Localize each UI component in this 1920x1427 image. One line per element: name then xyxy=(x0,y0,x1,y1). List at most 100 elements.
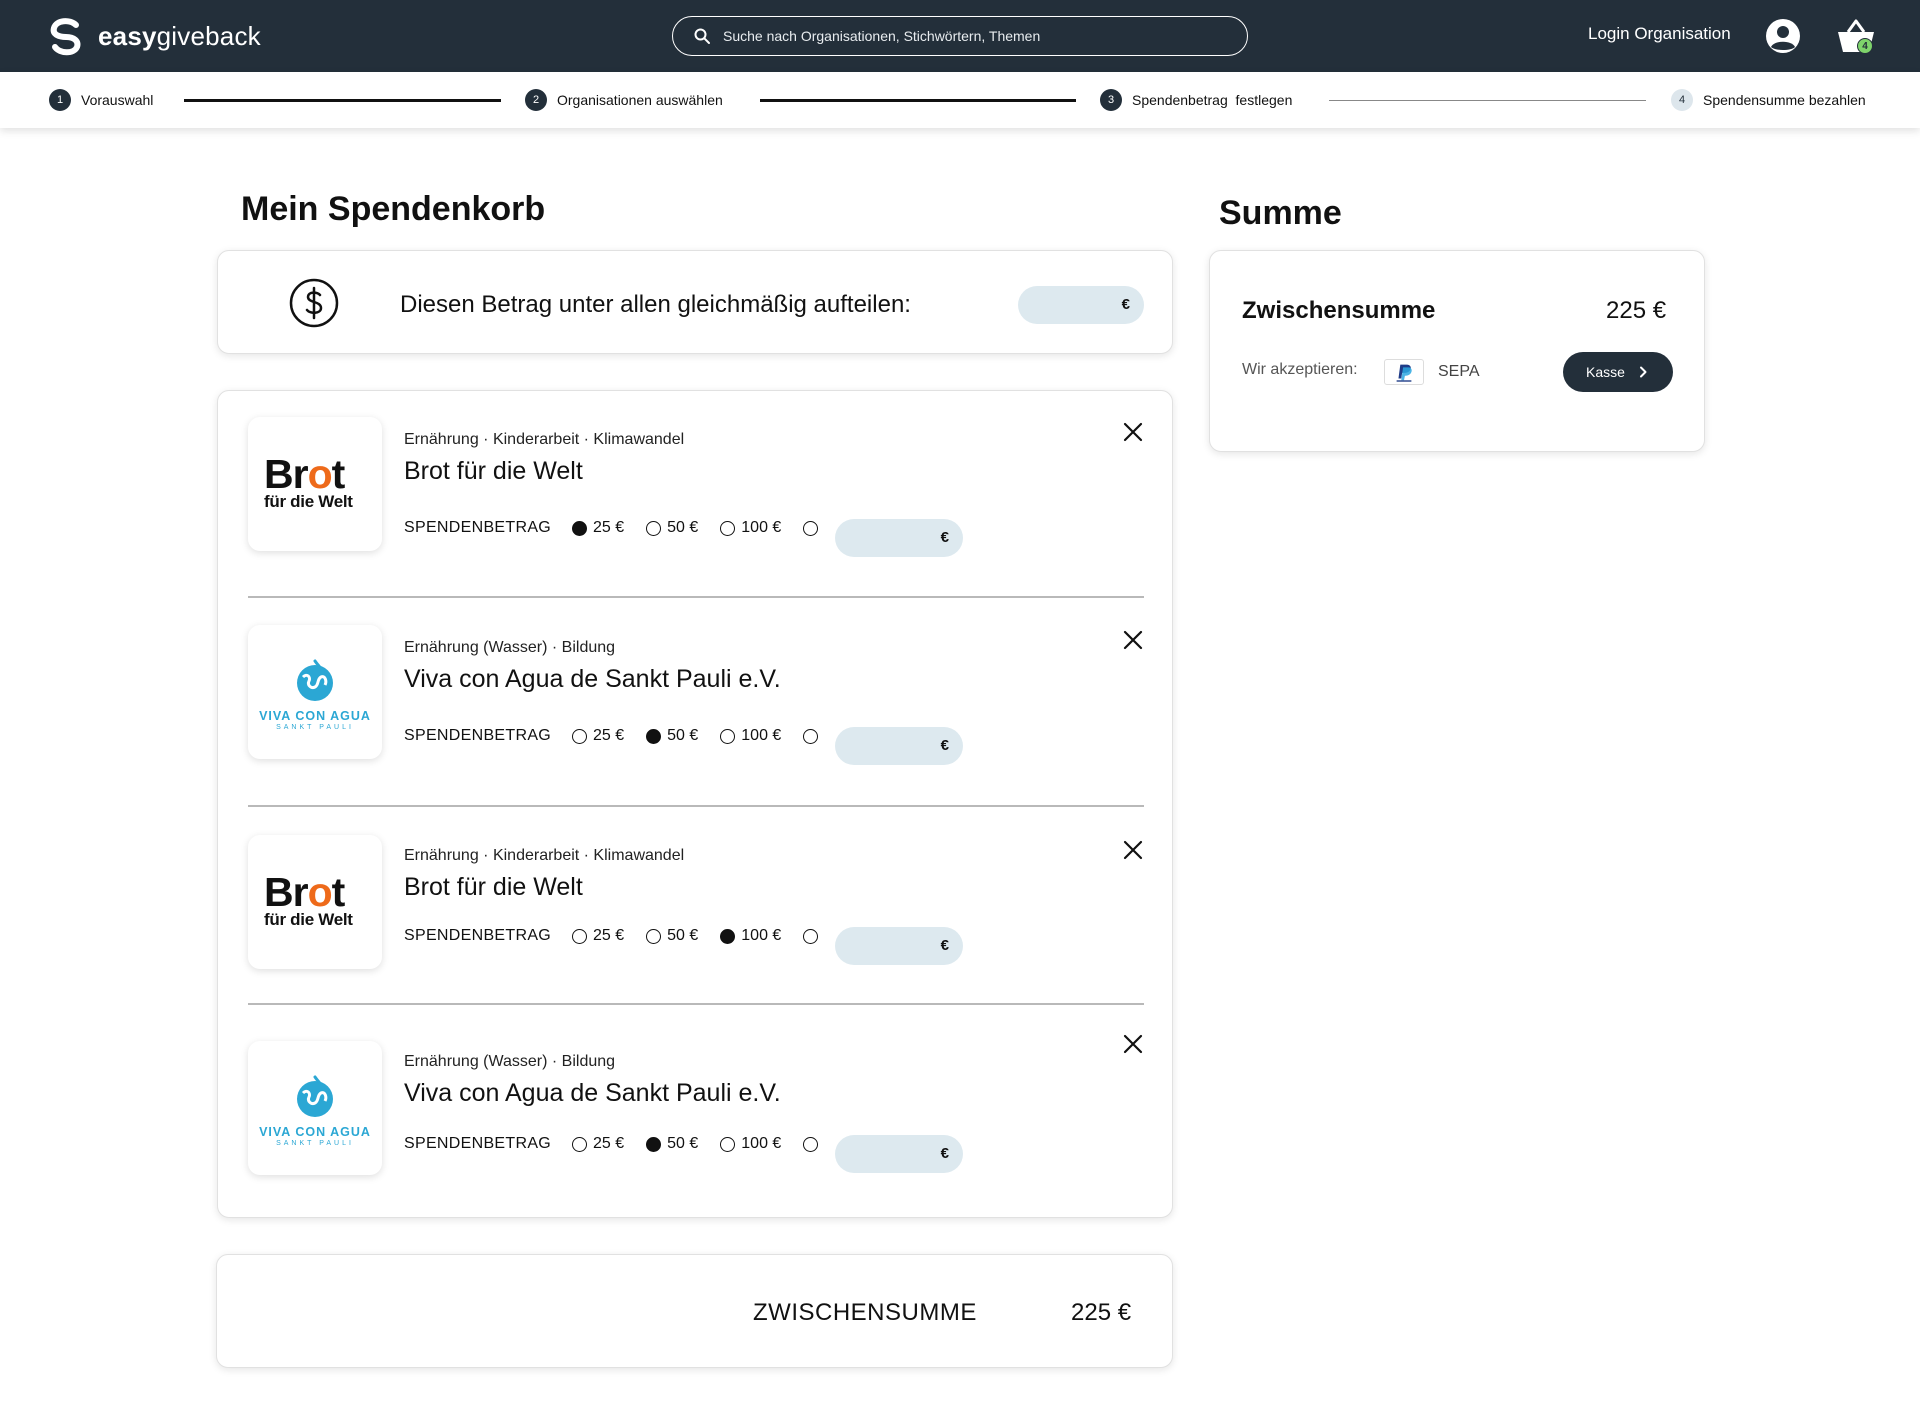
checkout-button[interactable]: Kasse xyxy=(1563,352,1673,392)
org-name[interactable]: Viva con Agua de Sankt Pauli e.V. xyxy=(404,665,781,694)
basket-item: Brot für die Welt Ernährung · Kinderarbe… xyxy=(218,391,1174,591)
radio-button[interactable] xyxy=(646,1136,662,1152)
brot-logo-top: Brot xyxy=(264,869,345,915)
viva-logo-top: VIVA CON AGUA xyxy=(259,709,371,723)
amount-option-50[interactable]: 50 € xyxy=(646,1135,698,1153)
org-tags: Ernährung (Wasser) · Bildung xyxy=(404,639,616,656)
checkout-label: Kasse xyxy=(1586,364,1625,380)
amount-option-25[interactable]: 25 € xyxy=(572,927,624,945)
amount-option-50[interactable]: 50 € xyxy=(646,519,698,537)
radio-button[interactable] xyxy=(572,520,587,536)
step-number: 2 xyxy=(525,89,547,111)
split-label: Diesen Betrag unter allen gleichmäßig au… xyxy=(400,291,911,318)
item-divider xyxy=(248,1003,1144,1005)
close-icon[interactable] xyxy=(1122,839,1144,861)
basket-subtotal-card: ZWISCHENSUMME 225 € xyxy=(216,1254,1173,1368)
org-logo-brot: Brot für die Welt xyxy=(248,417,382,551)
step-1[interactable]: 1 Vorauswahl xyxy=(49,89,153,111)
step-connector xyxy=(760,99,1076,102)
amount-label: SPENDENBETRAG xyxy=(404,519,552,536)
paypal-icon xyxy=(1384,359,1424,385)
custom-amount-input[interactable] xyxy=(849,1135,929,1173)
amount-option-100[interactable]: 100 € xyxy=(720,1135,781,1153)
amount-option-25[interactable]: 25 € xyxy=(572,519,624,537)
amount-label: SPENDENBETRAG xyxy=(404,1135,552,1152)
step-number: 4 xyxy=(1671,89,1693,111)
basket-title: Mein Spendenkorb xyxy=(241,190,546,228)
currency-label: € xyxy=(940,529,949,546)
amount-option-100[interactable]: 100 € xyxy=(720,727,781,745)
amount-selector: SPENDENBETRAG 25 € 50 € 100 € xyxy=(404,519,819,537)
custom-amount-field[interactable]: € xyxy=(835,1135,963,1173)
custom-amount-input[interactable] xyxy=(849,727,929,765)
radio-button[interactable] xyxy=(572,728,587,744)
custom-amount-input[interactable] xyxy=(849,927,929,965)
split-amount-field[interactable]: € xyxy=(1018,286,1144,324)
search-bar[interactable] xyxy=(672,16,1248,56)
step-3[interactable]: 3 Spendenbetrag festlegen xyxy=(1100,89,1292,111)
amount-option-100[interactable]: 100 € xyxy=(720,927,781,945)
radio-button[interactable] xyxy=(572,928,587,944)
amount-option-custom[interactable] xyxy=(803,928,819,944)
org-tags: Ernährung · Kinderarbeit · Klimawandel xyxy=(404,847,685,864)
amount-option-25[interactable]: 25 € xyxy=(572,1135,624,1153)
login-organisation-link[interactable]: Login Organisation xyxy=(1588,24,1731,44)
brand-logo[interactable]: easygiveback xyxy=(46,16,261,56)
custom-amount-field[interactable]: € xyxy=(835,519,963,557)
radio-button[interactable] xyxy=(646,728,662,744)
radio-button[interactable] xyxy=(572,1136,587,1152)
user-icon[interactable] xyxy=(1765,18,1801,54)
water-drop-globe-icon xyxy=(297,659,333,701)
radio-button[interactable] xyxy=(720,520,736,536)
org-name[interactable]: Viva con Agua de Sankt Pauli e.V. xyxy=(404,1079,781,1108)
split-amount-card: Diesen Betrag unter allen gleichmäßig au… xyxy=(217,250,1173,354)
radio-button[interactable] xyxy=(720,1136,736,1152)
step-connector xyxy=(1329,100,1646,101)
currency-label: € xyxy=(1121,296,1130,313)
amount-option-custom[interactable] xyxy=(803,1136,819,1152)
brot-logo-top: Brot xyxy=(264,451,345,497)
org-name[interactable]: Brot für die Welt xyxy=(404,873,583,902)
chevron-right-icon xyxy=(1639,366,1647,378)
custom-amount-field[interactable]: € xyxy=(835,727,963,765)
viva-logo-top: VIVA CON AGUA xyxy=(259,1125,371,1139)
amount-option-100[interactable]: 100 € xyxy=(720,519,781,537)
cart-count-badge: 4 xyxy=(1857,38,1873,54)
step-4[interactable]: 4 Spendensumme bezahlen xyxy=(1671,89,1866,111)
radio-button[interactable] xyxy=(646,928,662,944)
step-label: Spendenbetrag festlegen xyxy=(1132,92,1293,108)
custom-amount-input[interactable] xyxy=(849,519,929,557)
amount-selector: SPENDENBETRAG 25 € 50 € 100 € xyxy=(404,927,819,945)
amount-option-50[interactable]: 50 € xyxy=(646,727,698,745)
close-icon[interactable] xyxy=(1122,421,1144,443)
radio-button[interactable] xyxy=(646,520,662,536)
brot-logo-bottom: für die Welt xyxy=(264,910,353,929)
custom-amount-field[interactable]: € xyxy=(835,927,963,965)
close-icon[interactable] xyxy=(1122,1033,1144,1055)
subtotal-value: 225 € xyxy=(1071,1299,1132,1326)
org-logo-brot: Brot für die Welt xyxy=(248,835,382,969)
top-navbar: easygiveback Login Organisation 4 xyxy=(0,0,1920,72)
close-icon[interactable] xyxy=(1122,629,1144,651)
summary-subtotal-value: 225 € xyxy=(1606,297,1667,324)
accepted-payments-label: Wir akzeptieren: xyxy=(1242,361,1358,378)
step-2[interactable]: 2 Organisationen auswählen xyxy=(525,89,723,111)
radio-button[interactable] xyxy=(720,928,736,944)
basket-item: Brot für die Welt Ernährung · Kinderarbe… xyxy=(218,807,1174,1007)
org-name[interactable]: Brot für die Welt xyxy=(404,457,583,486)
amount-option-25[interactable]: 25 € xyxy=(572,727,624,745)
search-input[interactable] xyxy=(723,28,1203,44)
logo-mark-icon xyxy=(50,18,81,56)
amount-option-custom[interactable] xyxy=(803,728,819,744)
amount-option-custom[interactable] xyxy=(803,520,819,536)
summary-subtotal-label: Zwischensumme xyxy=(1242,297,1436,324)
radio-button[interactable] xyxy=(720,728,736,744)
basket-items-card: Brot für die Welt Ernährung · Kinderarbe… xyxy=(217,390,1173,1218)
org-logo-viva: VIVA CON AGUA SANKT PAULI xyxy=(248,625,382,759)
amount-option-50[interactable]: 50 € xyxy=(646,927,698,945)
viva-logo-bottom: SANKT PAULI xyxy=(276,1140,354,1147)
split-amount-input[interactable] xyxy=(1032,286,1112,324)
step-connector xyxy=(184,99,501,102)
summary-card: Zwischensumme 225 € Wir akzeptieren: SEP… xyxy=(1209,250,1705,452)
search-icon xyxy=(694,28,710,44)
